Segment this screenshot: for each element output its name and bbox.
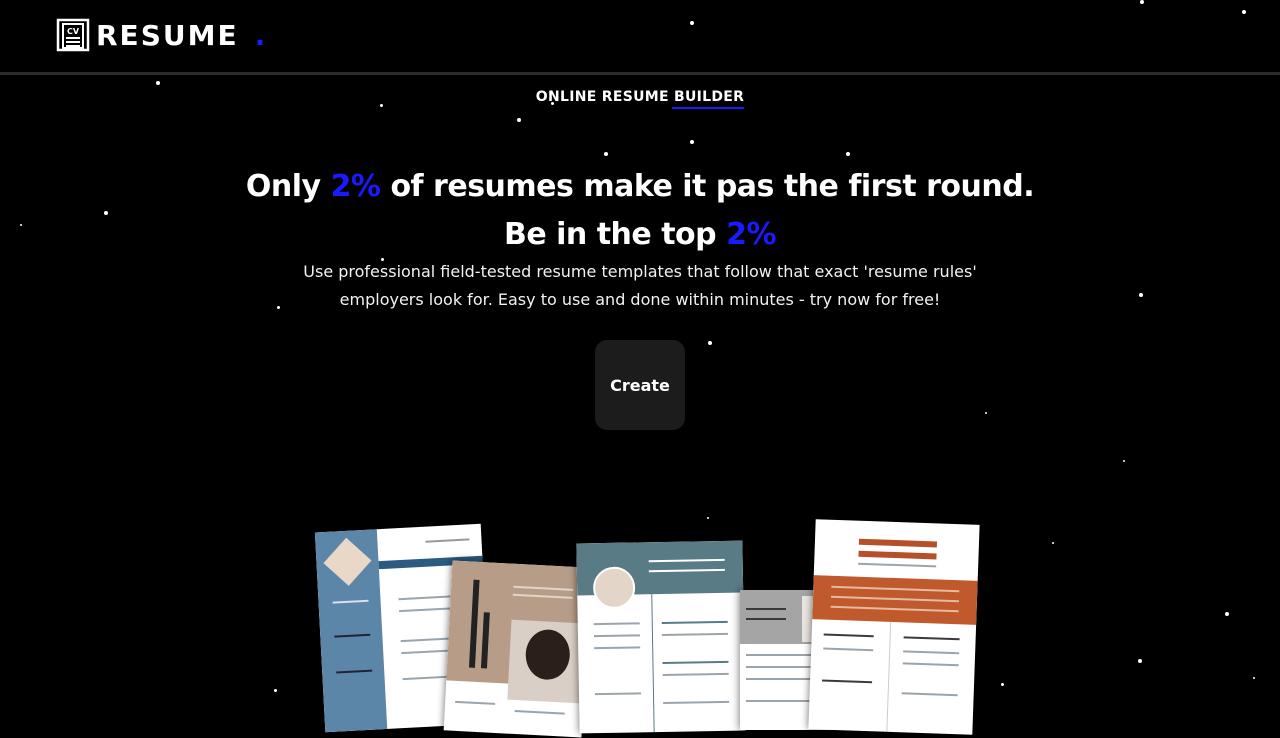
headline-accent: 2% xyxy=(726,217,777,252)
create-button[interactable]: Create xyxy=(595,340,685,430)
resume-template-card[interactable] xyxy=(443,560,591,738)
hero-headline: Only 2% of resumes make it pas the first… xyxy=(245,169,1035,252)
resume-template-card[interactable] xyxy=(808,519,980,735)
logo[interactable]: CV RESUME . xyxy=(56,18,265,52)
resume-templates-preview xyxy=(300,510,1000,738)
logo-text: RESUME xyxy=(96,18,239,52)
hero-subtext: Use professional field-tested resume tem… xyxy=(303,262,977,309)
eyebrow-label: ONLINE RESUME BUILDER xyxy=(0,89,1280,109)
cv-document-icon: CV xyxy=(56,18,90,52)
svg-text:CV: CV xyxy=(67,27,80,36)
headline-accent: 2% xyxy=(330,169,381,204)
resume-template-card[interactable] xyxy=(576,540,746,734)
logo-dot: . xyxy=(254,18,266,52)
site-header: CV RESUME . xyxy=(0,0,1280,75)
